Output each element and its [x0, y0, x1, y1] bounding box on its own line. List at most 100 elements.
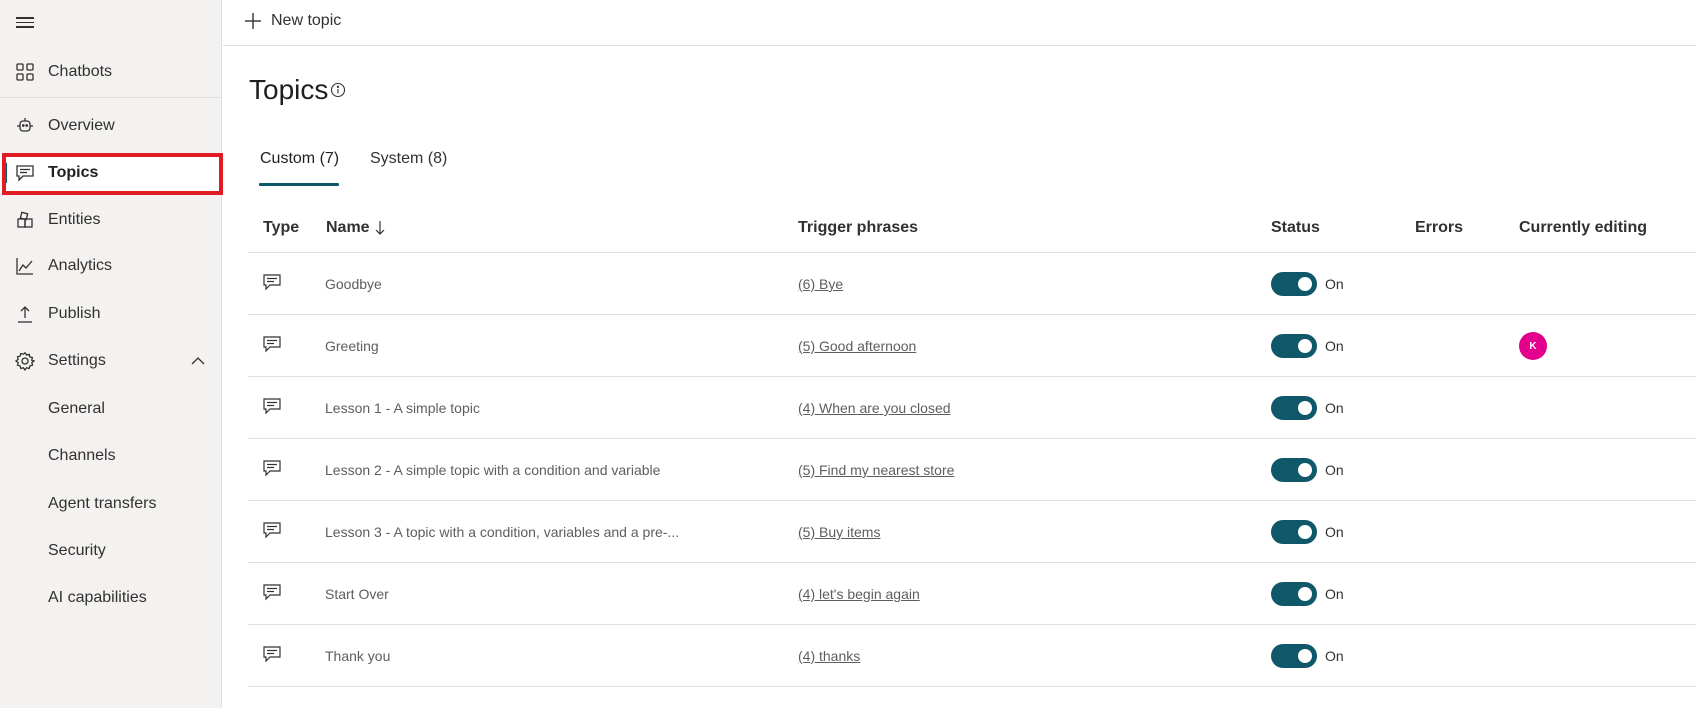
upload-icon [14, 305, 36, 323]
sidebar-item-entities[interactable]: Entities [0, 200, 222, 240]
sidebar: Chatbots Overview Topics Entities Analyt… [0, 0, 223, 708]
tab-underline [259, 183, 339, 186]
topic-name[interactable]: Start Over [325, 586, 389, 602]
status-toggle[interactable] [1271, 272, 1317, 296]
trigger-phrases-link[interactable]: (5) Find my nearest store [798, 462, 954, 478]
status-text: On [1325, 648, 1344, 664]
status-toggle[interactable] [1271, 644, 1317, 668]
table-row[interactable]: Start Over (4) let's begin again On [248, 563, 1696, 625]
sidebar-item-overview[interactable]: Overview [0, 106, 222, 146]
sidebar-item-label: AI capabilities [48, 589, 147, 606]
topic-name[interactable]: Thank you [325, 648, 390, 664]
sidebar-item-analytics[interactable]: Analytics [0, 246, 222, 286]
toggle-knob [1298, 401, 1312, 415]
sidebar-item-label: Settings [48, 352, 106, 369]
column-header-errors[interactable]: Errors [1415, 219, 1463, 237]
sidebar-item-label: Analytics [48, 257, 113, 274]
status-text: On [1325, 400, 1344, 416]
sidebar-item-label: Agent transfers [48, 495, 157, 512]
status-text: On [1325, 338, 1344, 354]
sidebar-item-label: Topics [48, 164, 99, 181]
topic-name[interactable]: Lesson 1 - A simple topic [325, 400, 480, 416]
status-toggle[interactable] [1271, 582, 1317, 606]
entities-icon [14, 211, 36, 229]
table-row[interactable]: Lesson 3 - A topic with a condition, var… [248, 501, 1696, 563]
column-header-status[interactable]: Status [1271, 219, 1320, 237]
toggle-knob [1298, 587, 1312, 601]
status-toggle[interactable] [1271, 334, 1317, 358]
chat-icon [262, 459, 282, 477]
tab-custom[interactable]: Custom (7) [260, 150, 339, 168]
status-toggle[interactable] [1271, 520, 1317, 544]
new-topic-label: New topic [271, 12, 342, 29]
chat-icon [262, 583, 282, 601]
page-title: Topics [249, 74, 329, 105]
status-toggle[interactable] [1271, 458, 1317, 482]
toggle-knob [1298, 525, 1312, 539]
sidebar-item-label: Publish [48, 305, 101, 322]
sidebar-item-label: Entities [48, 211, 101, 228]
table-row[interactable]: Goodbye (6) Bye On [248, 253, 1696, 315]
trigger-phrases-link[interactable]: (6) Bye [798, 276, 843, 292]
topic-name[interactable]: Goodbye [325, 276, 382, 292]
new-topic-button[interactable]: New topic [243, 11, 341, 31]
toggle-knob [1298, 277, 1312, 291]
status-text: On [1325, 524, 1344, 540]
column-header-trigger-phrases[interactable]: Trigger phrases [798, 219, 918, 237]
chat-icon [262, 397, 282, 415]
table-row[interactable]: Greeting (5) Good afternoon On K [248, 315, 1696, 377]
sidebar-item-label: General [48, 400, 105, 417]
sidebar-subitem-channels[interactable]: Channels [0, 436, 222, 476]
sidebar-item-publish[interactable]: Publish [0, 294, 222, 334]
sidebar-item-label: Security [48, 542, 106, 559]
sort-down-icon[interactable] [374, 219, 386, 237]
toggle-knob [1298, 463, 1312, 477]
toggle-knob [1298, 339, 1312, 353]
chat-icon [262, 645, 282, 663]
sidebar-subitem-ai-capabilities[interactable]: AI capabilities [0, 578, 222, 618]
column-header-type[interactable]: Type [263, 219, 299, 237]
active-indicator [4, 163, 7, 183]
column-header-name[interactable]: Name [326, 219, 370, 237]
sidebar-divider [0, 97, 222, 98]
status-text: On [1325, 276, 1344, 292]
chevron-up-icon[interactable] [190, 353, 206, 369]
chart-line-icon [14, 257, 36, 275]
plus-icon [243, 11, 263, 31]
gear-icon [14, 351, 36, 371]
trigger-phrases-link[interactable]: (5) Buy items [798, 524, 880, 540]
table-row[interactable]: Thank you (4) thanks On [248, 625, 1696, 687]
column-header-currently-editing[interactable]: Currently editing [1519, 219, 1647, 237]
sidebar-item-settings[interactable]: Settings [0, 341, 222, 381]
table-row[interactable]: Lesson 2 - A simple topic with a conditi… [248, 439, 1696, 501]
avatar[interactable]: K [1519, 332, 1547, 360]
command-bar: New topic [223, 0, 1696, 46]
topic-name[interactable]: Lesson 3 - A topic with a condition, var… [325, 524, 679, 540]
sidebar-item-label: Overview [48, 117, 115, 134]
trigger-phrases-link[interactable]: (4) When are you closed [798, 400, 951, 416]
sidebar-item-label: Chatbots [48, 63, 113, 80]
sidebar-subitem-general[interactable]: General [0, 389, 222, 429]
table-row[interactable]: Lesson 1 - A simple topic (4) When are y… [248, 377, 1696, 439]
trigger-phrases-link[interactable]: (4) let's begin again [798, 586, 920, 602]
topic-name[interactable]: Greeting [325, 338, 379, 354]
chat-icon [14, 164, 36, 182]
topic-name[interactable]: Lesson 2 - A simple topic with a conditi… [325, 462, 660, 478]
toggle-knob [1298, 649, 1312, 663]
sidebar-subitem-security[interactable]: Security [0, 531, 222, 571]
status-toggle[interactable] [1271, 396, 1317, 420]
grid-icon [14, 63, 36, 81]
hamburger-icon[interactable] [16, 14, 34, 30]
trigger-phrases-link[interactable]: (4) thanks [798, 648, 860, 664]
chat-icon [262, 521, 282, 539]
bot-icon [14, 117, 36, 135]
sidebar-item-label: Channels [48, 447, 116, 464]
sidebar-item-topics[interactable]: Topics [0, 153, 222, 193]
sidebar-subitem-agent-transfers[interactable]: Agent transfers [0, 484, 222, 524]
sidebar-item-chatbots[interactable]: Chatbots [0, 52, 222, 92]
status-text: On [1325, 586, 1344, 602]
tab-system[interactable]: System (8) [370, 150, 447, 168]
info-icon[interactable] [330, 82, 346, 98]
chat-icon [262, 335, 282, 353]
trigger-phrases-link[interactable]: (5) Good afternoon [798, 338, 916, 354]
